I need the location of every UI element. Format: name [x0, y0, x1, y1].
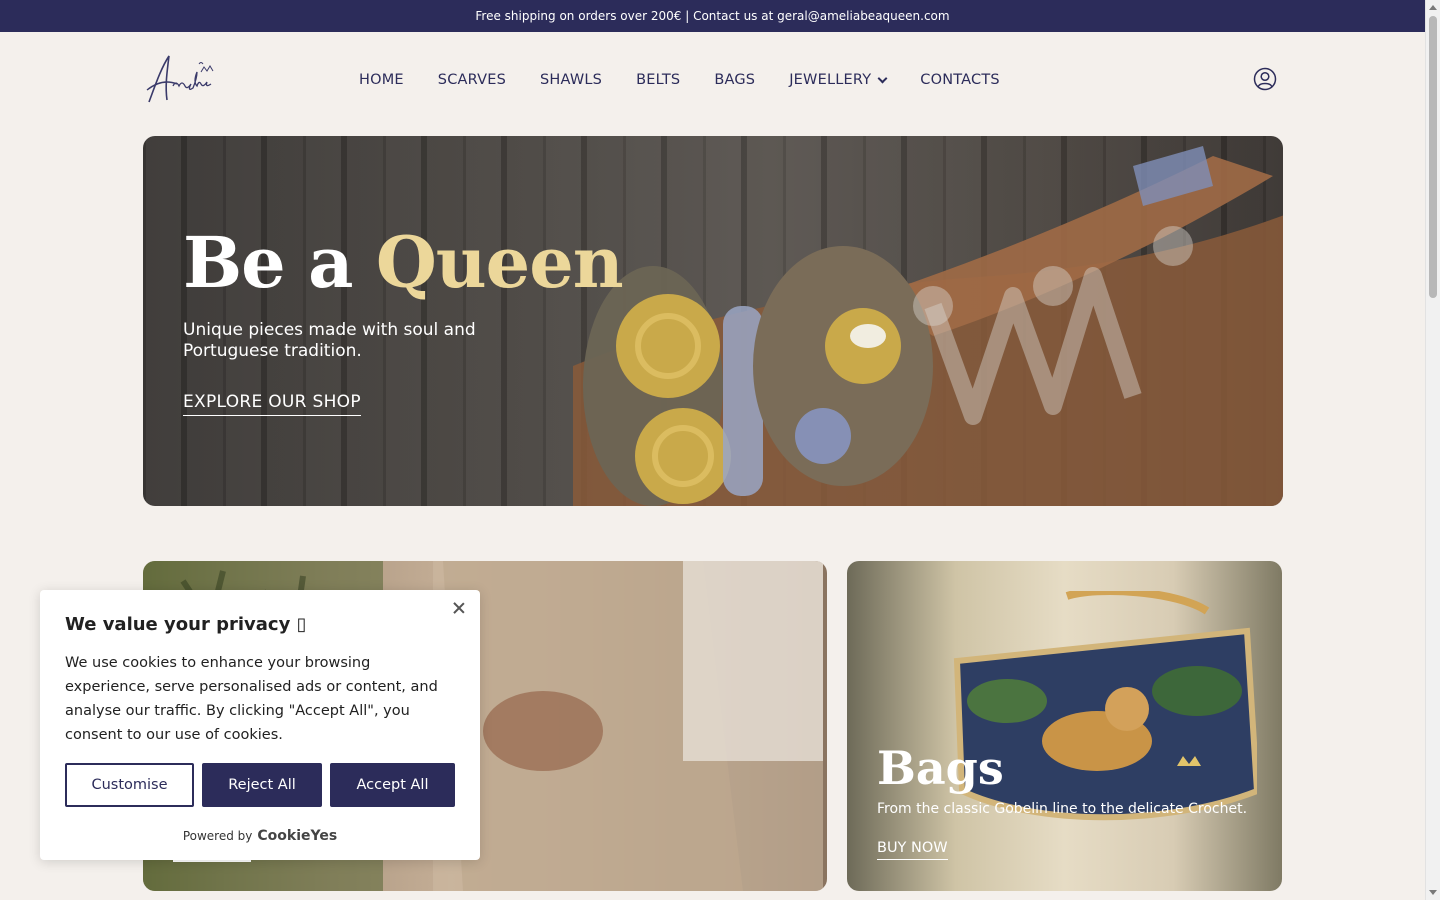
- hero-bracelet-image: [573, 146, 1283, 506]
- nav-label: BELTS: [636, 72, 681, 88]
- announcement-text: Free shipping on orders over 200€ | Cont…: [475, 9, 950, 23]
- site-logo[interactable]: [143, 50, 225, 108]
- accept-all-button[interactable]: Accept All: [330, 763, 455, 807]
- bags-card-subtitle: From the classic Gobelin line to the del…: [877, 801, 1248, 817]
- nav-item-bags[interactable]: BAGS: [714, 72, 755, 88]
- cookie-text: We use cookies to enhance your browsing …: [65, 655, 438, 743]
- cookie-consent-banner: We value your privacy ▯ We use cookies t…: [40, 590, 480, 860]
- bags-buy-now-link[interactable]: BUY NOW: [877, 840, 948, 860]
- page-scrollbar[interactable]: [1425, 0, 1440, 900]
- cookieyes-logo[interactable]: CookieYes: [257, 828, 337, 844]
- nav-item-jewellery[interactable]: JEWELLERY: [789, 72, 888, 88]
- explore-shop-link[interactable]: EXPLORE OUR SHOP: [183, 392, 361, 416]
- bags-card-title: Bags: [877, 741, 1004, 795]
- bags-card[interactable]: Bags From the classic Gobelin line to th…: [847, 561, 1282, 891]
- nav-label: JEWELLERY: [789, 72, 872, 88]
- scroll-thumb[interactable]: [1429, 16, 1437, 298]
- nav-label: SHAWLS: [540, 72, 603, 88]
- main-nav: HOME SCARVES SHAWLS BELTS BAGS JEWELLERY…: [359, 72, 1034, 88]
- hero-subtitle: Unique pieces made with soul and Portugu…: [183, 320, 476, 361]
- nav-label: CONTACTS: [920, 72, 1000, 88]
- close-icon[interactable]: [452, 601, 466, 615]
- nav-item-shawls[interactable]: SHAWLS: [540, 72, 602, 88]
- announcement-bar: Free shipping on orders over 200€ | Cont…: [0, 0, 1425, 32]
- reject-all-button[interactable]: Reject All: [202, 763, 322, 807]
- chevron-down-icon: [877, 73, 888, 83]
- hero-title-start: Be a: [183, 221, 376, 304]
- nav-label: HOME: [359, 72, 404, 88]
- scroll-down-arrow[interactable]: [1429, 890, 1437, 895]
- nav-item-belts[interactable]: BELTS: [636, 72, 680, 88]
- customise-button[interactable]: Customise: [65, 763, 194, 807]
- powered-by-label: Powered by: [182, 829, 253, 843]
- cookie-buttons: Customise Reject All Accept All: [65, 763, 455, 807]
- amelia-logo-icon: [146, 55, 214, 103]
- nav-item-contacts[interactable]: CONTACTS: [920, 72, 1000, 88]
- cookie-powered-by: Powered by CookieYes: [40, 828, 480, 844]
- hero-title-accent: Queen: [375, 221, 624, 304]
- nav-item-home[interactable]: HOME: [359, 72, 404, 88]
- hero-banner: Be a Queen Unique pieces made with soul …: [143, 136, 1283, 506]
- nav-item-scarves[interactable]: SCARVES: [438, 72, 506, 88]
- shawls-cta-underline: [173, 860, 251, 862]
- scroll-up-arrow[interactable]: [1429, 5, 1437, 10]
- hero-title: Be a Queen: [183, 228, 624, 298]
- user-account-icon[interactable]: [1253, 67, 1277, 91]
- cookie-title: We value your privacy ▯: [65, 614, 307, 635]
- nav-label: SCARVES: [437, 72, 507, 88]
- nav-label: BAGS: [714, 72, 756, 88]
